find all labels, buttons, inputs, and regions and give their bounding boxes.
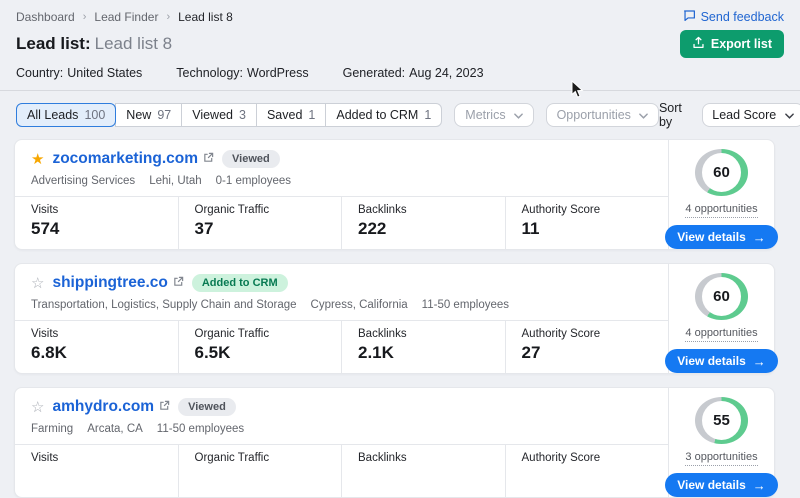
breadcrumb-separator-icon: › (166, 11, 170, 23)
sort-by-label: Sort by (659, 101, 694, 129)
breadcrumb: Dashboard › Lead Finder › Lead list 8 (16, 10, 233, 24)
metric-organic-traffic: Organic Traffic 37 (179, 197, 343, 249)
metric-visits: Visits 574 (15, 197, 179, 249)
opportunities-link[interactable]: 4 opportunities (685, 201, 757, 219)
chevron-down-icon (785, 108, 794, 122)
status-badge: Viewed (222, 150, 280, 168)
external-link-icon (159, 398, 170, 416)
lead-industry: Advertising Services (31, 175, 135, 187)
lead-score-ring: 60 (695, 149, 748, 196)
lead-location: Lehi, Utah (149, 175, 201, 187)
lead-info: Transportation, Logistics, Supply Chain … (31, 299, 652, 311)
status-badge: Viewed (178, 398, 236, 416)
lead-card: ☆ amhydro.com Viewed Farming Arcata, CA … (14, 387, 775, 498)
status-badge: Added to CRM (192, 274, 288, 292)
metric-backlinks: Backlinks 2.1K (342, 321, 506, 373)
sort-select[interactable]: Lead Score (702, 103, 800, 127)
lead-metrics: Visits 6.8K Organic Traffic 6.5K Backlin… (15, 320, 668, 373)
external-link-icon (173, 274, 184, 292)
lead-metrics: Visits 574 Organic Traffic 37 Backlinks … (15, 196, 668, 249)
star-icon[interactable]: ☆ (31, 400, 44, 415)
upload-icon (692, 36, 705, 52)
breadcrumb-item-current: Lead list 8 (178, 10, 233, 24)
tab-all-leads[interactable]: All Leads100 (16, 103, 116, 127)
export-list-label: Export list (711, 37, 772, 51)
opportunities-link[interactable]: 3 opportunities (685, 449, 757, 467)
tab-count: 3 (239, 108, 246, 122)
metric-authority-score: Authority Score 11 (506, 197, 669, 249)
sort-select-value: Lead Score (712, 108, 776, 122)
tab-added-to-crm[interactable]: Added to CRM1 (325, 103, 442, 127)
leads-toolbar: All Leads100 New97 Viewed3 Saved1 Added … (0, 91, 800, 138)
lead-domain-link[interactable]: shippingtree.co (52, 274, 183, 292)
metric-visits: Visits 6.8K (15, 321, 179, 373)
chevron-down-icon (514, 108, 523, 122)
lead-score-ring: 60 (695, 273, 748, 320)
lead-employees: 11-50 employees (157, 423, 244, 435)
breadcrumb-separator-icon: › (83, 11, 87, 23)
export-list-button[interactable]: Export list (680, 30, 784, 58)
lead-employees: 11-50 employees (422, 299, 509, 311)
breadcrumb-item-lead-finder[interactable]: Lead Finder (94, 10, 158, 24)
lead-employees: 0-1 employees (216, 175, 291, 187)
metric-backlinks: Backlinks 222 (342, 197, 506, 249)
page-header: Dashboard › Lead Finder › Lead list 8 Se… (0, 0, 800, 91)
metric-authority-score: Authority Score 27 (506, 321, 669, 373)
page-title: Lead list:Lead list 8 (16, 34, 172, 54)
arrow-right-icon: → (753, 479, 766, 492)
lead-domain-link[interactable]: amhydro.com (52, 398, 170, 416)
lead-card-list: ★ zocomarketing.com Viewed Advertising S… (0, 138, 800, 498)
metrics-dropdown[interactable]: Metrics (454, 103, 533, 127)
lead-score-panel: 60 4 opportunities View details→ (668, 264, 774, 373)
view-details-button[interactable]: View details→ (665, 225, 777, 249)
lead-info: Farming Arcata, CA 11-50 employees (31, 423, 652, 435)
arrow-right-icon: → (753, 355, 766, 368)
lead-score-value: 55 (702, 401, 741, 440)
speech-bubble-icon (683, 9, 696, 25)
lead-location: Cypress, California (311, 299, 408, 311)
filter-country: Country:United States (16, 66, 142, 80)
lead-score-panel: 55 3 opportunities View details→ (668, 388, 774, 497)
arrow-right-icon: → (753, 231, 766, 244)
metric-organic-traffic: Organic Traffic 6.5K (179, 321, 343, 373)
star-icon[interactable]: ☆ (31, 276, 44, 291)
lead-score-value: 60 (702, 153, 741, 192)
filter-technology: Technology:WordPress (176, 66, 308, 80)
tab-count: 1 (308, 108, 315, 122)
tab-new[interactable]: New97 (115, 103, 182, 127)
lead-score-value: 60 (702, 277, 741, 316)
tab-viewed[interactable]: Viewed3 (181, 103, 257, 127)
lead-card: ★ zocomarketing.com Viewed Advertising S… (14, 139, 775, 250)
lead-domain-link[interactable]: zocomarketing.com (52, 150, 214, 168)
tab-count: 100 (84, 108, 105, 122)
list-filters: Country:United States Technology:WordPre… (16, 66, 784, 80)
external-link-icon (203, 150, 214, 168)
opportunities-dropdown[interactable]: Opportunities (546, 103, 659, 127)
send-feedback-label: Send feedback (701, 10, 784, 24)
star-icon[interactable]: ★ (31, 152, 44, 167)
chevron-down-icon (639, 108, 648, 122)
lead-score-panel: 60 4 opportunities View details→ (668, 140, 774, 249)
lead-location: Arcata, CA (87, 423, 143, 435)
tab-saved[interactable]: Saved1 (256, 103, 326, 127)
lead-metrics: Visits Organic Traffic Backlinks Authori… (15, 444, 668, 497)
lead-status-tabs: All Leads100 New97 Viewed3 Saved1 Added … (16, 103, 442, 127)
lead-industry: Transportation, Logistics, Supply Chain … (31, 299, 297, 311)
lead-card: ☆ shippingtree.co Added to CRM Transport… (14, 263, 775, 374)
page-title-value: Lead list 8 (95, 34, 173, 53)
lead-score-ring: 55 (695, 397, 748, 444)
tab-count: 1 (424, 108, 431, 122)
tab-count: 97 (157, 108, 171, 122)
opportunities-link[interactable]: 4 opportunities (685, 325, 757, 343)
view-details-button[interactable]: View details→ (665, 349, 777, 373)
breadcrumb-item-dashboard[interactable]: Dashboard (16, 10, 75, 24)
lead-info: Advertising Services Lehi, Utah 0-1 empl… (31, 175, 652, 187)
lead-industry: Farming (31, 423, 73, 435)
send-feedback-link[interactable]: Send feedback (683, 9, 784, 25)
filter-generated: Generated:Aug 24, 2023 (343, 66, 484, 80)
view-details-button[interactable]: View details→ (665, 473, 777, 497)
